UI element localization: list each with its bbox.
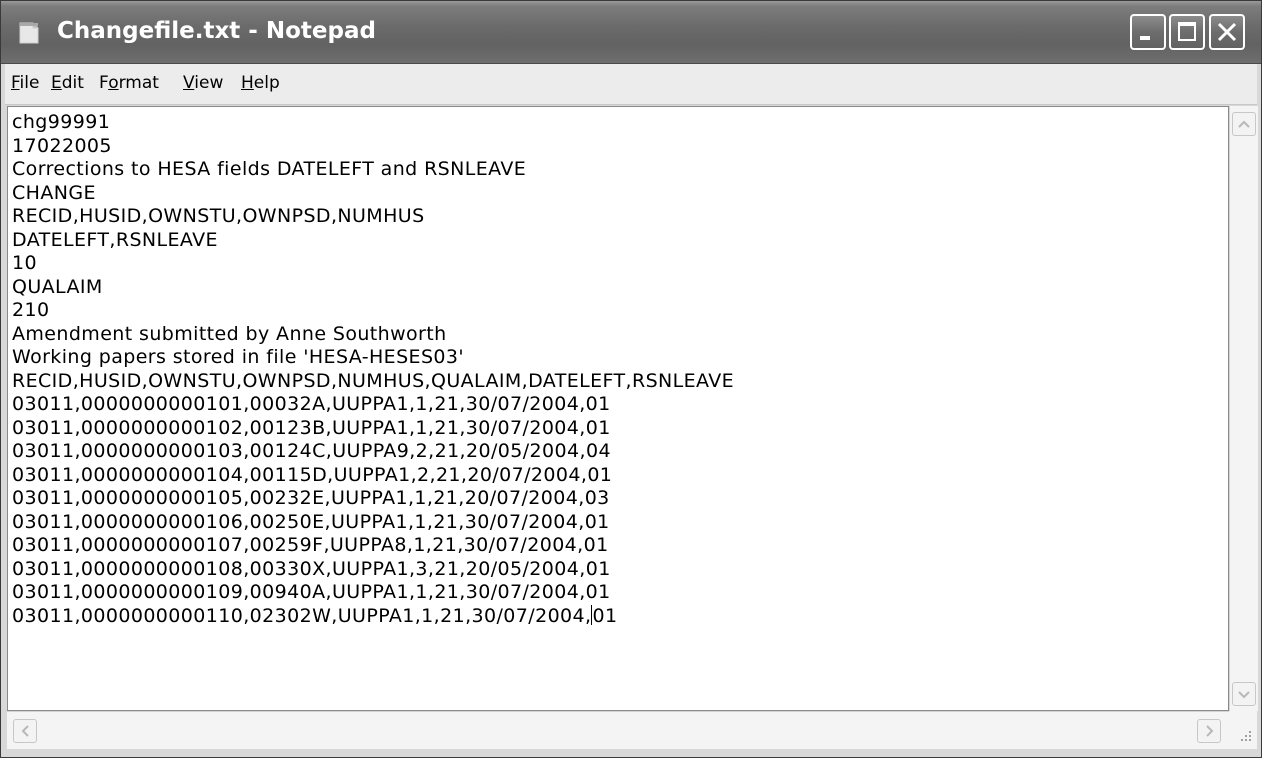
close-icon — [1217, 22, 1237, 42]
vertical-scrollbar[interactable] — [1229, 106, 1258, 711]
menu-edit[interactable]: Edit — [51, 73, 84, 93]
text-line: 17022005 — [12, 134, 112, 157]
minimize-icon — [1140, 36, 1150, 40]
text-line: 03011,0000000000106,00250E,UUPPA1,1,21,3… — [12, 510, 610, 533]
text-line: Corrections to HESA fields DATELEFT and … — [12, 158, 527, 180]
text-line: chg99991 — [12, 111, 111, 133]
title-bar[interactable]: Changefile.txt - Notepad — [1, 1, 1261, 64]
maximize-button[interactable] — [1169, 14, 1205, 50]
menu-bar: File Edit Format View Help — [5, 64, 1257, 105]
maximize-icon — [1178, 22, 1196, 41]
resize-grip-icon — [1241, 731, 1251, 741]
menu-format[interactable]: Format — [99, 73, 159, 93]
chevron-left-icon — [21, 725, 29, 737]
text-line: 03011,0000000000104,00115D,UUPPA1,2,21,2… — [12, 463, 613, 486]
window-title: Changefile.txt - Notepad — [57, 18, 376, 44]
text-line: 03011,0000000000105,00232E,UUPPA1,1,21,2… — [12, 487, 610, 509]
resize-grip[interactable] — [1229, 711, 1257, 749]
text-line-last: 03011,0000000000110,02302W,UUPPA1,1,21,3… — [12, 604, 618, 627]
close-button[interactable] — [1209, 14, 1245, 50]
minimize-button[interactable] — [1130, 14, 1166, 50]
scroll-down-button[interactable] — [1232, 682, 1256, 706]
text-line: CHANGE — [12, 181, 96, 204]
scroll-left-button[interactable] — [13, 719, 37, 743]
scroll-right-button[interactable] — [1197, 719, 1221, 743]
text-line: RECID,HUSID,OWNSTU,OWNPSD,NUMHUS — [12, 205, 425, 227]
chevron-up-icon — [1238, 120, 1250, 128]
text-line: 03011,0000000000103,00124C,UUPPA9,2,21,2… — [12, 440, 611, 462]
menu-file[interactable]: File — [11, 73, 39, 93]
text-line: 03011,0000000000107,00259F,UUPPA8,1,21,3… — [12, 534, 609, 556]
menu-view[interactable]: View — [183, 73, 223, 93]
text-line: 03011,0000000000102,00123B,UUPPA1,1,21,3… — [12, 416, 611, 439]
text-line: DATELEFT,RSNLEAVE — [12, 228, 218, 251]
text-line: 03011,0000000000101,00032A,UUPPA1,1,21,3… — [12, 393, 611, 415]
notepad-icon — [19, 22, 39, 44]
chevron-right-icon — [1206, 725, 1214, 737]
text-line: 03011,0000000000109,00940A,UUPPA1,1,21,3… — [12, 581, 611, 603]
menu-help[interactable]: Help — [241, 73, 280, 93]
text-line: Working papers stored in file 'HESA-HESE… — [12, 346, 465, 368]
document-text[interactable]: chg99991 17022005 Corrections to HESA fiel… — [12, 111, 734, 628]
text-line: 10 — [12, 252, 37, 274]
text-editor[interactable]: chg99991 17022005 Corrections to HESA fiel… — [7, 106, 1229, 711]
text-line: 03011,0000000000108,00330X,UUPPA1,3,21,2… — [12, 557, 611, 580]
chevron-down-icon — [1238, 691, 1250, 699]
text-line: Amendment submitted by Anne Southworth — [12, 322, 447, 345]
scroll-up-button[interactable] — [1232, 112, 1256, 136]
text-line: RECID,HUSID,OWNSTU,OWNPSD,NUMHUS,QUALAIM… — [12, 369, 735, 392]
notepad-window: Changefile.txt - Notepad File Edit Forma… — [0, 0, 1262, 758]
text-line: 210 — [12, 299, 50, 321]
text-line: QUALAIM — [12, 275, 103, 298]
horizontal-scrollbar[interactable] — [7, 711, 1229, 749]
